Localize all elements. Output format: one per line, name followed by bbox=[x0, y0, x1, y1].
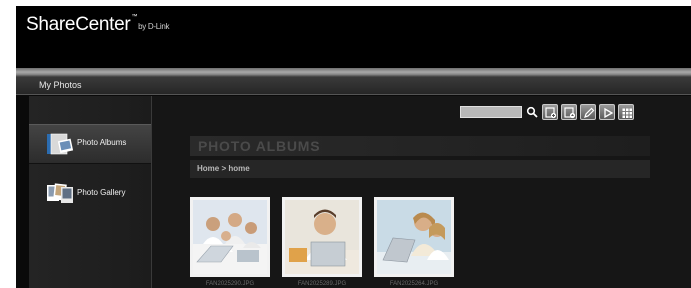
family-laptop-photo bbox=[193, 200, 267, 274]
window-title: My Photos bbox=[39, 80, 82, 90]
photo-thumbnail[interactable] bbox=[374, 197, 454, 277]
grid-view-button[interactable] bbox=[618, 104, 634, 120]
sidebar: Photo Albums Photo Gallery bbox=[29, 96, 152, 288]
search-icon bbox=[526, 106, 538, 118]
upload-button[interactable] bbox=[561, 104, 577, 120]
photo-albums-icon bbox=[47, 133, 74, 155]
breadcrumb: Home > home bbox=[190, 160, 650, 178]
app-window: ShareCenter™by D-Link My Photos Photo Al… bbox=[16, 6, 691, 288]
window-title-bar: My Photos bbox=[16, 77, 691, 95]
breadcrumb-separator: > bbox=[219, 164, 229, 173]
man-laptop-photo bbox=[285, 200, 359, 274]
brand-logo: ShareCenter™by D-Link bbox=[26, 14, 170, 36]
photo-thumbnail[interactable] bbox=[282, 197, 362, 277]
photo-caption: FAN2025264.JPG bbox=[389, 281, 439, 287]
breadcrumb-current[interactable]: home bbox=[228, 164, 249, 173]
brand-name: ShareCenter bbox=[26, 14, 131, 35]
upload-icon bbox=[564, 107, 576, 119]
edit-icon bbox=[584, 107, 595, 118]
sidebar-item-label: Photo Gallery bbox=[77, 188, 126, 197]
sidebar-item-photo-albums[interactable]: Photo Albums bbox=[29, 124, 151, 164]
grid-view-icon bbox=[622, 108, 632, 118]
slideshow-button[interactable] bbox=[599, 104, 615, 120]
search-button[interactable] bbox=[524, 104, 540, 120]
photo-caption: FAN2025290.JPG bbox=[205, 281, 255, 287]
add-album-icon bbox=[545, 107, 557, 119]
mother-daughter-laptop-photo bbox=[377, 200, 451, 274]
slideshow-icon bbox=[604, 107, 614, 119]
brand-sub: by D-Link bbox=[138, 22, 170, 31]
photo-gallery-icon bbox=[47, 183, 73, 203]
add-album-button[interactable] bbox=[542, 104, 558, 120]
sidebar-item-photo-gallery[interactable]: Photo Gallery bbox=[29, 175, 151, 215]
breadcrumb-root[interactable]: Home bbox=[197, 164, 219, 173]
sidebar-item-label: Photo Albums bbox=[77, 138, 127, 147]
header-separator bbox=[16, 68, 691, 77]
trademark: ™ bbox=[131, 14, 138, 20]
section-title: PHOTO ALBUMS bbox=[190, 136, 650, 156]
header-bar: ShareCenter™by D-Link bbox=[16, 6, 691, 68]
photo-thumbnail[interactable] bbox=[190, 197, 270, 277]
photo-caption: FAN2025289.JPG bbox=[297, 281, 347, 287]
edit-button[interactable] bbox=[580, 104, 596, 120]
search-input[interactable] bbox=[460, 106, 522, 118]
main-content: PHOTO ALBUMS Home > home FAN2025290.JPG bbox=[152, 96, 691, 288]
